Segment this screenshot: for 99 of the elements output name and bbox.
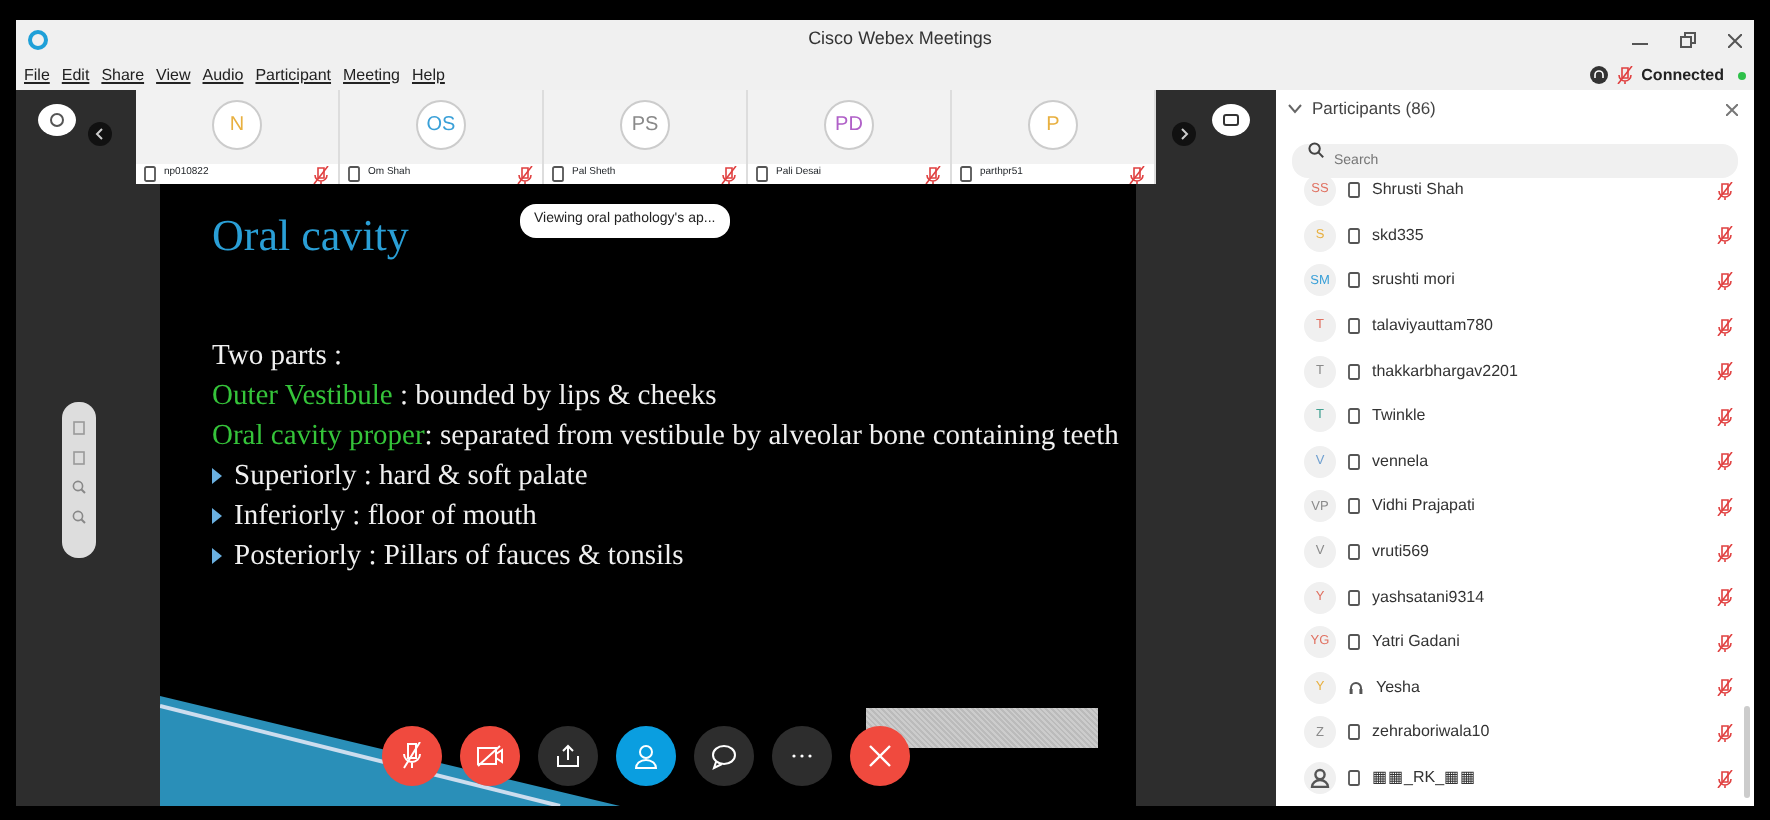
participant-name: skd335 bbox=[1372, 223, 1424, 248]
phone-icon bbox=[1348, 544, 1360, 561]
participant-name: srushti mori bbox=[1372, 268, 1455, 293]
headset-icon bbox=[1348, 679, 1364, 696]
muted-microphone-icon bbox=[1716, 407, 1734, 426]
layout-icon[interactable] bbox=[1212, 104, 1250, 136]
slide-text: Posteriorly : Pillars of fauces & tonsils bbox=[234, 538, 684, 576]
muted-microphone-icon bbox=[1716, 678, 1734, 697]
participant-name: vennela bbox=[1372, 449, 1429, 474]
muted-microphone-icon bbox=[720, 165, 738, 183]
muted-microphone-icon bbox=[1716, 497, 1734, 516]
close-icon[interactable] bbox=[1726, 103, 1738, 115]
phone-icon bbox=[144, 166, 156, 182]
scrollbar-thumb[interactable] bbox=[1744, 706, 1750, 798]
phone-icon bbox=[1348, 182, 1360, 199]
participant-name: Yesha bbox=[1376, 675, 1420, 700]
muted-microphone-icon bbox=[1716, 226, 1734, 245]
search-icon bbox=[1308, 141, 1324, 157]
share-icon bbox=[554, 742, 582, 770]
avatar-initials: PD bbox=[824, 100, 874, 150]
muted-microphone-icon bbox=[1716, 543, 1734, 562]
muted-microphone-icon bbox=[1716, 633, 1734, 652]
participant-name: zehraboriwala10 bbox=[1372, 720, 1490, 745]
connection-status: Connected bbox=[1641, 63, 1724, 87]
zoom-out-icon[interactable] bbox=[72, 508, 86, 528]
avatar-initials: N bbox=[212, 100, 262, 150]
phone-icon bbox=[1348, 453, 1360, 470]
bullet-icon bbox=[212, 508, 222, 524]
menu-item[interactable]: Audio bbox=[202, 63, 244, 87]
participant-name: thakkarbhargav2201 bbox=[1372, 359, 1518, 384]
menu-item[interactable]: View bbox=[156, 63, 191, 87]
slide-text: Superiorly : hard & soft palate bbox=[234, 458, 588, 496]
close-icon bbox=[866, 742, 894, 770]
muted-microphone-icon bbox=[1716, 181, 1734, 200]
chevron-down-icon[interactable] bbox=[1288, 104, 1302, 114]
avatar-initials: OS bbox=[416, 100, 466, 150]
previous-icon[interactable] bbox=[88, 122, 112, 146]
settings-icon[interactable] bbox=[38, 104, 76, 136]
participant-name: Vidhi Prajapati bbox=[1372, 494, 1475, 519]
muted-microphone-icon bbox=[1716, 452, 1734, 471]
muted-microphone-icon bbox=[1716, 317, 1734, 336]
video-off-icon bbox=[476, 742, 504, 770]
avatar-initials: P bbox=[1028, 100, 1078, 150]
person-icon bbox=[632, 742, 660, 770]
participant-name: Twinkle bbox=[1372, 404, 1426, 429]
phone-icon bbox=[1348, 498, 1360, 515]
phone-icon bbox=[1348, 318, 1360, 335]
muted-microphone-icon bbox=[1128, 165, 1146, 183]
menu-item[interactable]: Meeting bbox=[343, 63, 400, 87]
avatar-initials: PS bbox=[620, 100, 670, 150]
muted-microphone-icon bbox=[1716, 271, 1734, 290]
phone-icon bbox=[1348, 272, 1360, 289]
phone-icon bbox=[348, 166, 360, 182]
bullet-icon bbox=[212, 468, 222, 484]
slide-text: Two parts : bbox=[212, 338, 345, 376]
app-logo-icon bbox=[28, 30, 48, 50]
restore-icon[interactable] bbox=[1680, 32, 1696, 48]
phone-icon bbox=[1348, 589, 1360, 606]
muted-microphone-icon bbox=[398, 742, 426, 770]
muted-microphone-icon bbox=[1716, 723, 1734, 742]
menu-item[interactable]: Help bbox=[411, 63, 445, 87]
slide-title: Oral cavity bbox=[212, 208, 409, 264]
participant-name: talaviyauttam780 bbox=[1372, 314, 1493, 339]
phone-icon bbox=[960, 166, 972, 182]
panel-title: Participants (86) bbox=[1312, 96, 1436, 122]
headphones-icon[interactable] bbox=[1589, 66, 1608, 84]
muted-microphone-icon bbox=[1716, 769, 1734, 788]
menu-item[interactable]: File bbox=[24, 63, 50, 87]
zoom-in-icon[interactable] bbox=[72, 478, 86, 498]
muted-microphone-icon bbox=[1716, 362, 1734, 381]
phone-icon bbox=[1348, 408, 1360, 425]
menu-item[interactable]: Edit bbox=[61, 63, 90, 87]
muted-microphone-icon bbox=[1716, 588, 1734, 607]
muted-microphone-icon bbox=[924, 165, 942, 183]
menu-item[interactable]: Participant bbox=[255, 63, 332, 87]
participant-name: Yatri Gadani bbox=[1372, 630, 1460, 655]
phone-icon bbox=[1348, 227, 1360, 244]
close-icon[interactable] bbox=[1728, 33, 1742, 47]
participant-name: ▦▦_RK_▦▦ bbox=[1372, 766, 1477, 791]
bullet-icon bbox=[212, 548, 222, 564]
muted-microphone-icon bbox=[1615, 66, 1634, 84]
menu-item[interactable]: Share bbox=[101, 63, 145, 87]
phone-icon bbox=[552, 166, 564, 182]
phone-icon bbox=[756, 166, 768, 182]
next-icon[interactable] bbox=[1172, 122, 1196, 146]
participant-name: vruti569 bbox=[1372, 540, 1429, 565]
participant-name: yashsatani9314 bbox=[1372, 585, 1485, 610]
phone-icon bbox=[1348, 724, 1360, 741]
phone-icon bbox=[1348, 770, 1360, 787]
window-title: Cisco Webex Meetings bbox=[806, 26, 992, 53]
slide-text: Oral cavity proper: separated from vestibule by alveolar bone containing teeth bbox=[212, 418, 1121, 456]
slide-text: Inferiorly : floor of mouth bbox=[234, 498, 537, 536]
muted-microphone-icon bbox=[516, 165, 534, 183]
phone-icon bbox=[1348, 363, 1360, 380]
phone-icon bbox=[1348, 634, 1360, 651]
muted-microphone-icon bbox=[312, 165, 330, 183]
slide-text: Outer Vestibule : bounded by lips & cheeks bbox=[212, 378, 719, 416]
chat-icon bbox=[710, 742, 738, 770]
participant-name: Shrusti Shah bbox=[1372, 178, 1464, 203]
